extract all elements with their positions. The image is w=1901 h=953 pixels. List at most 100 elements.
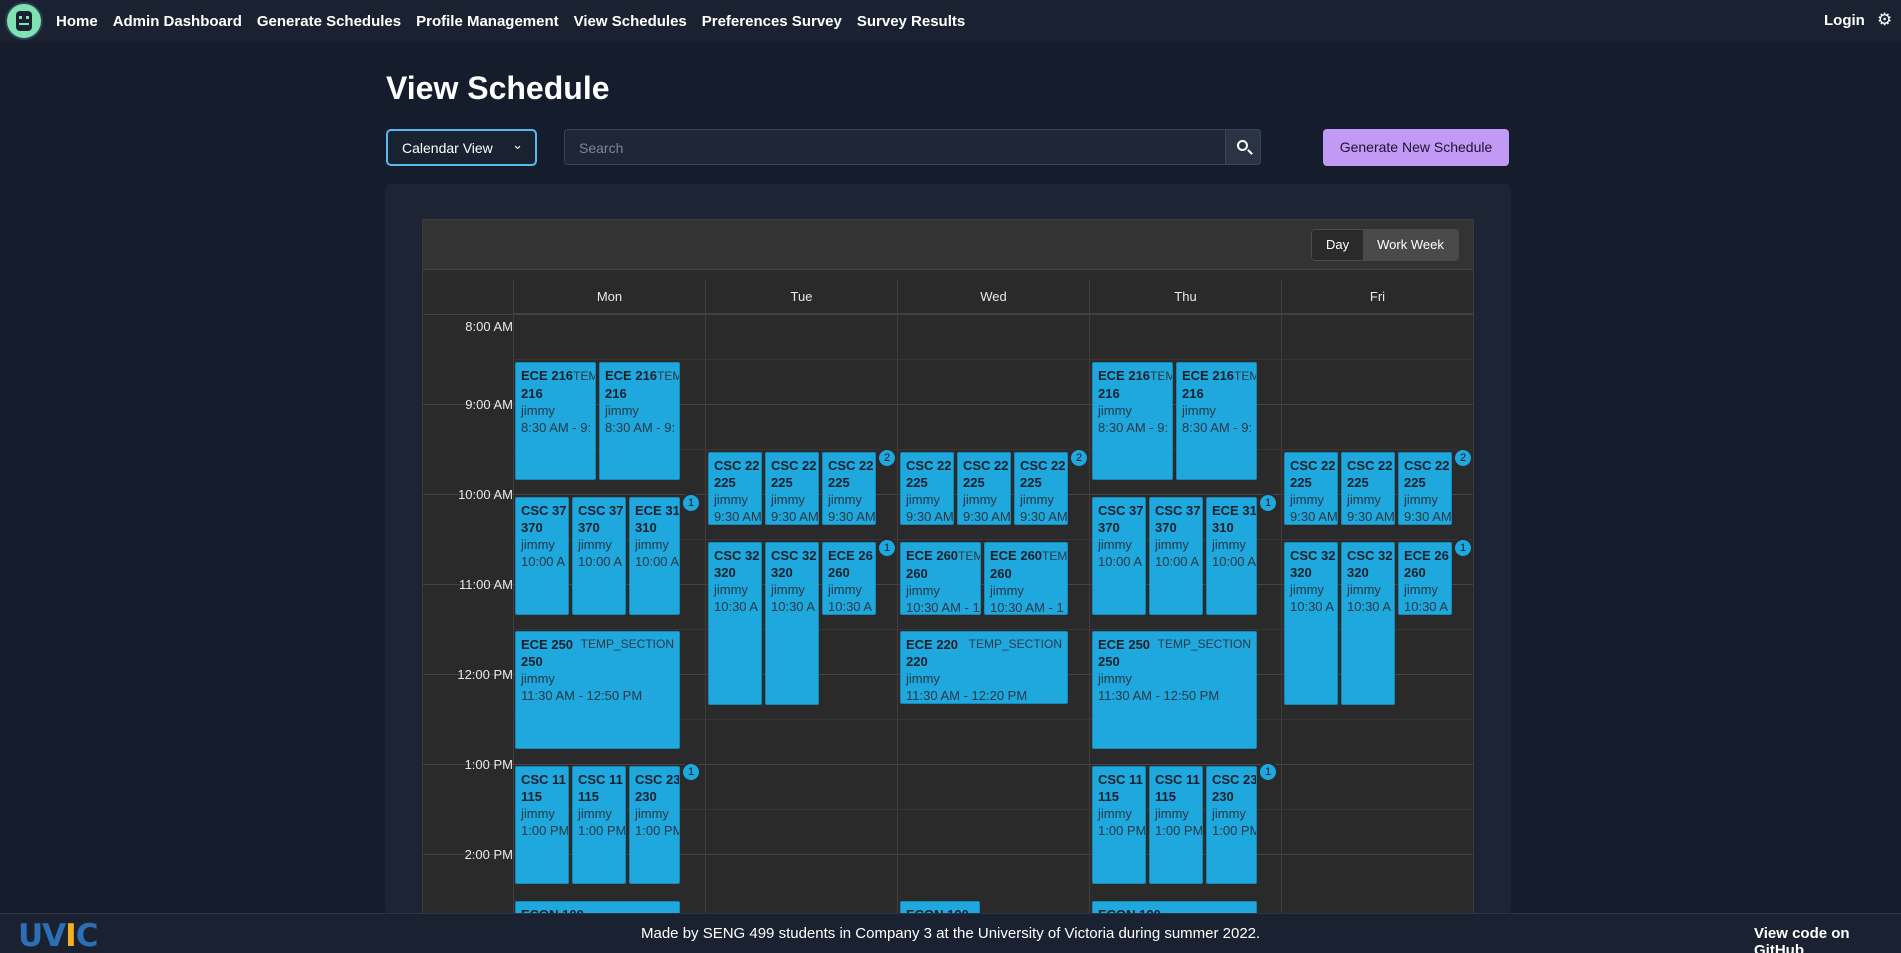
event-title: CSC 22 <box>906 458 952 473</box>
calendar-event-thu-ece216-b[interactable]: ECE 216TEM 216 jimmy 8:30 AM - 9: <box>1176 362 1257 480</box>
day-view-button[interactable]: Day <box>1312 230 1364 260</box>
calendar-event-thu-csc370-a[interactable]: CSC 37 370 jimmy 10:00 A <box>1092 497 1146 615</box>
calendar-event-mon-ece310[interactable]: ECE 31 310 jimmy 10:00 A <box>629 497 680 615</box>
overlap-count-badge[interactable]: 2 <box>1453 448 1473 468</box>
event-instructor: jimmy <box>906 492 940 507</box>
nav-link-generate-schedules[interactable]: Generate Schedules <box>257 13 401 30</box>
calendar-event-tue-csc320-b[interactable]: CSC 32 320 jimmy 10:30 A <box>765 542 819 705</box>
event-instructor: jimmy <box>714 492 748 507</box>
overlap-count-badge[interactable]: 2 <box>877 448 897 468</box>
calendar-event-fri-ece260[interactable]: ECE 26 260 jimmy 10:30 A <box>1398 542 1452 615</box>
calendar-event-wed-csc225-c[interactable]: CSC 22 225 jimmy 9:30 AM <box>1014 452 1068 525</box>
robot-logo-icon[interactable] <box>5 2 43 40</box>
calendar-event-thu-csc115-a[interactable]: CSC 11 115 jimmy 1:00 PM <box>1092 766 1146 884</box>
event-time: 9:30 AM <box>1347 509 1395 524</box>
uvic-logo[interactable]: UVIC <box>18 918 98 953</box>
calendar-event-fri-csc320-b[interactable]: CSC 32 320 jimmy 10:30 A <box>1341 542 1395 705</box>
calendar-event-thu-csc370-b[interactable]: CSC 37 370 jimmy 10:00 A <box>1149 497 1203 615</box>
calendar-event-mon-csc230[interactable]: CSC 23 230 jimmy 1:00 PM <box>629 766 680 884</box>
nav-link-preferences-survey[interactable]: Preferences Survey <box>702 13 842 30</box>
calendar-event-tue-csc320-a[interactable]: CSC 32 320 jimmy 10:30 A <box>708 542 762 705</box>
event-number: 260 <box>990 566 1012 581</box>
overlap-count-badge[interactable]: 2 <box>1069 448 1089 468</box>
event-title: CSC 32 <box>771 548 817 563</box>
calendar-event-mon-csc370-b[interactable]: CSC 37 370 jimmy 10:00 A <box>572 497 626 615</box>
event-title: ECE 260TEM <box>990 548 1068 563</box>
calendar-event-fri-csc225-a[interactable]: CSC 22 225 jimmy 9:30 AM <box>1284 452 1338 525</box>
time-label-2pm: 2:00 PM <box>464 847 513 862</box>
calendar-event-mon-ece216-b[interactable]: ECE 216TEM 216 jimmy 8:30 AM - 9: <box>599 362 680 480</box>
event-title: CSC 11 <box>578 772 623 787</box>
github-link[interactable]: View code on GitHub <box>1754 925 1901 953</box>
search-button[interactable] <box>1225 129 1261 165</box>
event-time: 10:00 A <box>1155 554 1200 569</box>
event-section: TEM <box>1042 549 1068 563</box>
calendar-event-fri-csc225-c[interactable]: CSC 22 225 jimmy 9:30 AM <box>1398 452 1452 525</box>
event-title: CSC 22 <box>771 458 817 473</box>
calendar-event-wed-csc225-b[interactable]: CSC 22 225 jimmy 9:30 AM <box>957 452 1011 525</box>
event-instructor: jimmy <box>990 583 1024 598</box>
calendar-event-mon-ece250[interactable]: ECE 250 TEMP_SECTION 250 jimmy 11:30 AM - 12… <box>515 631 680 749</box>
login-link[interactable]: Login <box>1824 12 1865 29</box>
search-input[interactable]: Search <box>579 140 623 156</box>
grid-column-line <box>897 279 898 913</box>
calendar-event-thu-csc115-b[interactable]: CSC 11 115 jimmy 1:00 PM <box>1149 766 1203 884</box>
calendar-event-thu-csc230[interactable]: CSC 23 230 jimmy 1:00 PM <box>1206 766 1257 884</box>
page-title: View Schedule <box>386 70 610 106</box>
event-title: CSC 22 <box>963 458 1009 473</box>
view-select[interactable]: Calendar View ⌄ <box>386 129 537 166</box>
calendar-event-fri-csc320-a[interactable]: CSC 32 320 jimmy 10:30 A <box>1284 542 1338 705</box>
event-instructor: jimmy <box>1098 806 1132 821</box>
grid-line <box>423 314 1473 315</box>
grid-line <box>513 359 1473 360</box>
calendar-event-thu-ece216-a[interactable]: ECE 216TEM 216 jimmy 8:30 AM - 9: <box>1092 362 1173 480</box>
calendar-event-tue-csc225-b[interactable]: CSC 22 225 jimmy 9:30 AM <box>765 452 819 525</box>
overlap-count-badge[interactable]: 1 <box>1258 493 1278 513</box>
event-title: ECE 216TEM <box>1098 367 1172 385</box>
time-label-10am: 10:00 AM <box>458 487 513 502</box>
overlap-count-badge[interactable]: 1 <box>877 538 897 558</box>
calendar-event-thu-ece310[interactable]: ECE 31 310 jimmy 10:00 A <box>1206 497 1257 615</box>
calendar-event-tue-csc225-a[interactable]: CSC 22 225 jimmy 9:30 AM <box>708 452 762 525</box>
calendar-event-tue-csc225-c[interactable]: CSC 22 225 jimmy 9:30 AM <box>822 452 876 525</box>
event-number: 216 <box>521 386 543 401</box>
event-instructor: jimmy <box>1155 537 1189 552</box>
calendar-event-mon-csc115-a[interactable]: CSC 11 115 jimmy 1:00 PM <box>515 766 569 884</box>
calendar-event-wed-ece260-b[interactable]: ECE 260TEM 260 jimmy 10:30 AM - 1 <box>984 542 1068 615</box>
event-time: 8:30 AM - 9: <box>1182 420 1253 435</box>
calendar-event-mon-csc115-b[interactable]: CSC 11 115 jimmy 1:00 PM <box>572 766 626 884</box>
event-instructor: jimmy <box>578 537 612 552</box>
overlap-count-badge[interactable]: 1 <box>1453 538 1473 558</box>
work-week-view-button[interactable]: Work Week <box>1363 230 1458 260</box>
calendar-event-fri-csc225-b[interactable]: CSC 22 225 jimmy 9:30 AM <box>1341 452 1395 525</box>
gear-icon[interactable]: ⚙ <box>1877 10 1892 30</box>
generate-new-schedule-button[interactable]: Generate New Schedule <box>1323 129 1509 166</box>
overlap-count-badge[interactable]: 1 <box>681 493 701 513</box>
calendar-event-thu-ece250[interactable]: ECE 250 TEMP_SECTION 250 jimmy 11:30 AM - 12… <box>1092 631 1257 749</box>
event-number: 230 <box>635 789 657 804</box>
grid-line <box>423 764 1473 765</box>
event-title: ECE 26 <box>1404 548 1449 563</box>
event-title: ECE 31 <box>635 503 680 518</box>
event-title: CSC 11 <box>521 772 566 787</box>
calendar-event-wed-ece220[interactable]: ECE 220 TEMP_SECTION 220 jimmy 11:30 AM - 12… <box>900 631 1068 704</box>
calendar-event-mon-csc370-a[interactable]: CSC 37 370 jimmy 10:00 A <box>515 497 569 615</box>
nav-link-survey-results[interactable]: Survey Results <box>857 13 965 30</box>
event-title: CSC 37 <box>578 503 624 518</box>
event-title: ECE 216TEM <box>605 367 679 385</box>
nav-link-admin-dashboard[interactable]: Admin Dashboard <box>113 13 242 30</box>
overlap-count-badge[interactable]: 1 <box>1258 762 1278 782</box>
event-instructor: jimmy <box>828 492 862 507</box>
nav-link-profile-management[interactable]: Profile Management <box>416 13 559 30</box>
calendar-event-mon-ece216-a[interactable]: ECE 216TEM 216 jimmy 8:30 AM - 9: <box>515 362 596 480</box>
day-header-fri: Fri <box>1281 279 1473 314</box>
calendar-event-wed-ece260-a[interactable]: ECE 260TEM 260 jimmy 10:30 AM - 1 <box>900 542 981 615</box>
nav-link-view-schedules[interactable]: View Schedules <box>574 13 687 30</box>
overlap-count-badge[interactable]: 1 <box>681 762 701 782</box>
event-time: 1:00 PM <box>1155 823 1203 838</box>
nav-link-home[interactable]: Home <box>56 13 98 30</box>
calendar-event-tue-ece260[interactable]: ECE 26 260 jimmy 10:30 A <box>822 542 876 615</box>
calendar-event-wed-csc225-a[interactable]: CSC 22 225 jimmy 9:30 AM <box>900 452 954 525</box>
event-time: 1:00 PM <box>635 823 680 838</box>
event-section: TEM <box>958 549 981 563</box>
